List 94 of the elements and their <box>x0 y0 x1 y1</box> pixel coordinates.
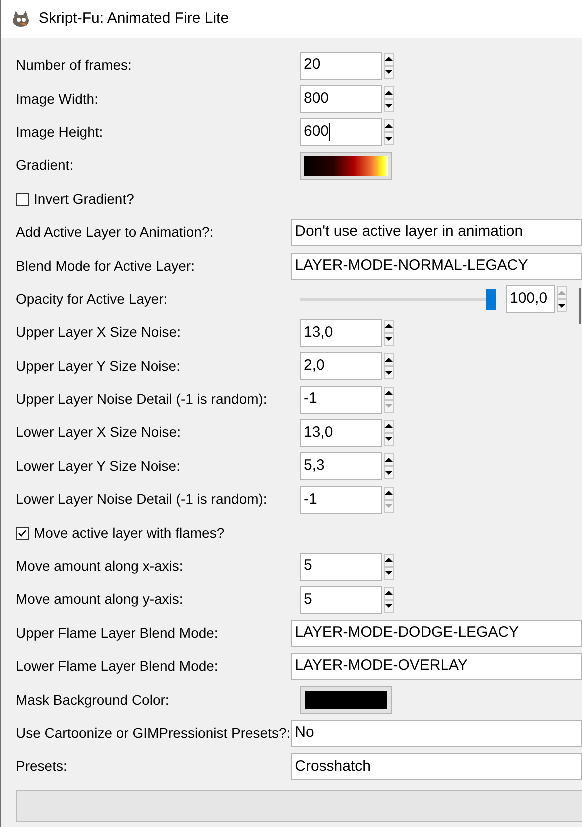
down-triangle-icon <box>385 403 393 410</box>
field-label: Use Cartoonize or GIMPressionist Presets?: <box>16 724 292 743</box>
down-triangle-icon <box>385 69 393 76</box>
spin-up-button[interactable] <box>384 86 394 100</box>
dropdown[interactable]: LAYER-MODE-NORMAL-LEGACY <box>291 252 582 280</box>
up-triangle-icon <box>558 290 566 296</box>
down-triangle-icon <box>385 470 393 476</box>
number-field[interactable]: 13,0 <box>300 418 382 447</box>
dropdown[interactable]: LAYER-MODE-DODGE-LEGACY <box>291 620 582 647</box>
mascot-icon <box>11 10 31 28</box>
spin-down-button[interactable] <box>384 332 394 346</box>
field-label: Upper Layer Noise Detail (-1 is random): <box>16 390 268 410</box>
down-triangle-icon <box>558 302 566 309</box>
field-label: Move amount along y-axis: <box>16 590 184 610</box>
spin-up-button[interactable] <box>384 353 394 366</box>
field-label: Lower Layer Noise Detail (-1 is random): <box>16 490 268 510</box>
checkbox-label: Invert Gradient? <box>34 190 134 209</box>
up-triangle-icon <box>385 90 393 96</box>
number-field[interactable]: 13,0 <box>300 318 382 347</box>
check-icon <box>18 528 27 538</box>
number-field[interactable]: 2,0 <box>300 352 382 380</box>
up-triangle-icon <box>385 390 393 396</box>
field-label: Opacity for Active Layer: <box>16 290 169 309</box>
number-field[interactable]: -1 <box>300 386 382 414</box>
up-triangle-icon <box>385 557 393 564</box>
spin-up-button[interactable] <box>384 420 394 433</box>
down-triangle-icon <box>385 436 393 442</box>
spin-down-button[interactable] <box>384 600 394 613</box>
field-label: Lower Layer Y Size Noise: <box>16 456 182 476</box>
up-triangle-icon <box>385 456 393 463</box>
checkbox[interactable] <box>16 192 29 206</box>
down-triangle-icon <box>385 370 393 376</box>
gradient-button[interactable] <box>300 152 392 180</box>
checkbox[interactable] <box>16 526 29 540</box>
number-field[interactable]: 600 <box>300 118 382 146</box>
number-field[interactable]: -1 <box>300 486 382 514</box>
up-triangle-icon <box>385 323 393 330</box>
field-label: Add Active Layer to Animation?: <box>16 223 215 242</box>
up-triangle-icon <box>385 590 393 596</box>
dropdown[interactable]: LAYER-MODE-OVERLAY <box>291 653 582 680</box>
down-triangle-icon <box>385 570 393 576</box>
up-triangle-icon <box>385 56 393 62</box>
number-field[interactable]: 20 <box>300 52 382 80</box>
field-label: Lower Layer X Size Noise: <box>16 423 182 442</box>
spin-down-button[interactable] <box>384 566 394 580</box>
spin-up-button[interactable] <box>384 52 394 66</box>
field-label: Blend Mode for Active Layer: <box>16 256 196 276</box>
down-triangle-icon <box>385 603 393 610</box>
checkbox-label: Move active layer with flames? <box>34 524 225 543</box>
number-field[interactable]: 100,0 <box>506 285 555 314</box>
window-title: Skript-Fu: Animated Fire Lite <box>39 8 230 29</box>
up-triangle-icon <box>385 490 393 496</box>
spin-up-button[interactable] <box>384 586 394 600</box>
spin-up-button[interactable] <box>384 119 394 132</box>
spin-up-button[interactable] <box>384 486 394 500</box>
spin-down-button[interactable] <box>557 299 567 312</box>
field-label: Upper Flame Layer Blend Mode: <box>16 624 220 643</box>
down-triangle-icon <box>385 503 393 510</box>
down-triangle-icon <box>385 136 393 142</box>
spin-down-button[interactable] <box>384 432 394 446</box>
slider-thumb[interactable] <box>486 288 496 310</box>
spin-up-button[interactable] <box>384 554 394 567</box>
up-triangle-icon <box>385 122 393 129</box>
spin-down-button[interactable] <box>384 66 394 79</box>
up-triangle-icon <box>385 356 393 363</box>
color-button[interactable] <box>300 686 392 714</box>
field-label: Image Width: <box>16 90 100 109</box>
number-field[interactable]: 5 <box>300 552 382 581</box>
dropdown[interactable]: No <box>291 720 582 747</box>
dropdown[interactable]: Crosshatch <box>291 753 582 780</box>
field-label: Image Height: <box>16 122 104 142</box>
number-field[interactable]: 800 <box>300 85 382 114</box>
field-label: Gradient: <box>16 156 75 176</box>
spin-up-button[interactable] <box>384 453 394 466</box>
down-triangle-icon <box>385 102 393 109</box>
slider[interactable] <box>300 288 496 310</box>
field-label: Lower Flame Layer Blend Mode: <box>16 657 220 676</box>
spin-down-button[interactable] <box>384 366 394 380</box>
field-label: Move amount along x-axis: <box>16 557 184 576</box>
spin-up-button[interactable] <box>384 386 394 400</box>
field-label: Presets: <box>16 757 68 776</box>
number-field[interactable]: 5 <box>300 586 382 614</box>
number-field[interactable]: 5,3 <box>300 452 382 480</box>
down-triangle-icon <box>385 336 393 342</box>
spin-up-button[interactable] <box>384 320 394 333</box>
field-label: Number of frames: <box>16 56 133 76</box>
up-triangle-icon <box>385 423 393 430</box>
spin-down-button[interactable] <box>384 99 394 112</box>
dropdown[interactable]: Don't use active layer in animation <box>291 219 582 246</box>
field-label: Upper Layer X Size Noise: <box>16 323 182 342</box>
spin-down-button[interactable] <box>384 466 394 480</box>
spin-down-button[interactable] <box>384 132 394 146</box>
field-label: Mask Background Color: <box>16 690 170 710</box>
field-label: Upper Layer Y Size Noise: <box>16 356 182 376</box>
